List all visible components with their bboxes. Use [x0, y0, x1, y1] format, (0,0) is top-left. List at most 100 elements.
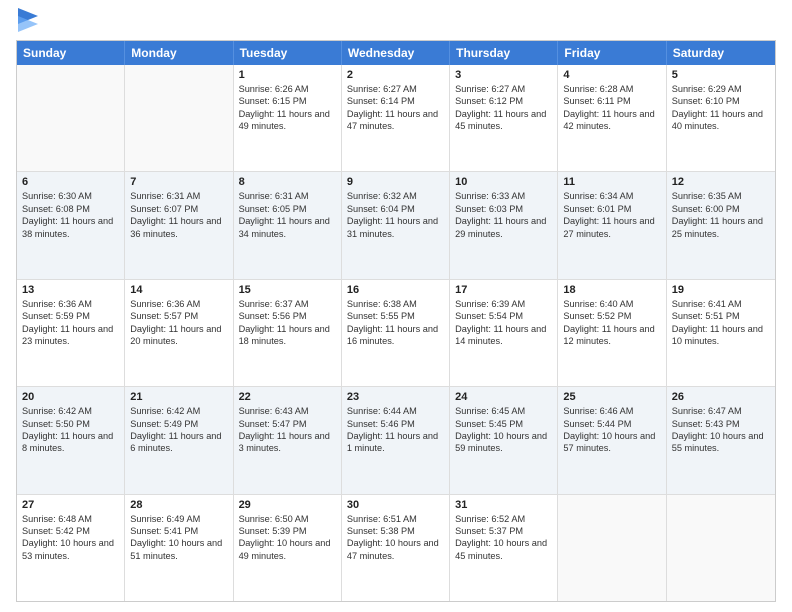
cell-0-3: 2Sunrise: 6:27 AM Sunset: 6:14 PM Daylig… [342, 65, 450, 171]
cell-info: Sunrise: 6:51 AM Sunset: 5:38 PM Dayligh… [347, 513, 444, 563]
logo-icon [18, 8, 38, 32]
day-number: 11 [563, 176, 660, 188]
day-number: 12 [672, 176, 770, 188]
cell-4-3: 30 Sunrise: 6:51 AM Sunset: 5:38 PM Dayli… [342, 495, 450, 601]
cell-info: Sunrise: 6:35 AM Sunset: 6:00 PM Dayligh… [672, 190, 770, 240]
cell-2-4: 17 Sunrise: 6:39 AM Sunset: 5:54 PM Dayli… [450, 280, 558, 386]
cell-info: Sunrise: 6:42 AM Sunset: 5:49 PM Dayligh… [130, 405, 227, 455]
day-number: 29 [239, 499, 336, 511]
cell-info: Sunrise: 6:33 AM Sunset: 6:03 PM Dayligh… [455, 190, 552, 240]
day-number: 18 [563, 284, 660, 296]
day-number: 20 [22, 391, 119, 403]
cell-3-0: 20Sunrise: 6:42 AM Sunset: 5:50 PM Dayli… [17, 387, 125, 493]
day-number: 1 [239, 69, 336, 81]
cell-info: Sunrise: 6:41 AM Sunset: 5:51 PM Dayligh… [672, 298, 770, 348]
cell-0-4: 3 Sunrise: 6:27 AM Sunset: 6:12 PM Daylig… [450, 65, 558, 171]
cell-info: Sunrise: 6:38 AM Sunset: 5:55 PM Dayligh… [347, 298, 444, 348]
day-number: 28 [130, 499, 227, 511]
day-number: 26 [672, 391, 770, 403]
cell-info: Sunrise: 6:29 AM Sunset: 6:10 PM Dayligh… [672, 83, 770, 133]
day-number: 7 [130, 176, 227, 188]
day-number: 24 [455, 391, 552, 403]
cell-4-1: 28 Sunrise: 6:49 AM Sunset: 5:41 PM Dayli… [125, 495, 233, 601]
cell-2-2: 15 Sunrise: 6:37 AM Sunset: 5:56 PM Dayli… [234, 280, 342, 386]
day-number: 8 [239, 176, 336, 188]
cell-3-3: 23 Sunrise: 6:44 AM Sunset: 5:46 PM Dayli… [342, 387, 450, 493]
cell-info: Sunrise: 6:46 AM Sunset: 5:44 PM Dayligh… [563, 405, 660, 455]
cell-info: Sunrise: 6:37 AM Sunset: 5:56 PM Dayligh… [239, 298, 336, 348]
header [16, 10, 776, 32]
cell-info: Sunrise: 6:43 AM Sunset: 5:47 PM Dayligh… [239, 405, 336, 455]
cell-info: Sunrise: 6:32 AM Sunset: 6:04 PM Dayligh… [347, 190, 444, 240]
cell-info: Sunrise: 6:36 AM Sunset: 5:57 PM Dayligh… [130, 298, 227, 348]
cell-2-1: 14 Sunrise: 6:36 AM Sunset: 5:57 PM Dayli… [125, 280, 233, 386]
cell-2-5: 18 Sunrise: 6:40 AM Sunset: 5:52 PM Dayli… [558, 280, 666, 386]
cell-2-3: 16 Sunrise: 6:38 AM Sunset: 5:55 PM Dayli… [342, 280, 450, 386]
header-tuesday: Tuesday [234, 41, 342, 65]
day-number: 14 [130, 284, 227, 296]
cell-3-5: 25 Sunrise: 6:46 AM Sunset: 5:44 PM Dayli… [558, 387, 666, 493]
cell-info: Sunrise: 6:52 AM Sunset: 5:37 PM Dayligh… [455, 513, 552, 563]
cell-info: Sunrise: 6:26 AM Sunset: 6:15 PM Dayligh… [239, 83, 336, 133]
cell-1-3: 9 Sunrise: 6:32 AM Sunset: 6:04 PM Daylig… [342, 172, 450, 278]
day-number: 2 [347, 69, 444, 81]
header-monday: Monday [125, 41, 233, 65]
cell-0-6: 5 Sunrise: 6:29 AM Sunset: 6:10 PM Daylig… [667, 65, 775, 171]
header-thursday: Thursday [450, 41, 558, 65]
cell-info: Sunrise: 6:30 AM Sunset: 6:08 PM Dayligh… [22, 190, 119, 240]
cell-3-6: 26Sunrise: 6:47 AM Sunset: 5:43 PM Dayli… [667, 387, 775, 493]
cell-3-1: 21Sunrise: 6:42 AM Sunset: 5:49 PM Dayli… [125, 387, 233, 493]
day-number: 30 [347, 499, 444, 511]
cell-4-5 [558, 495, 666, 601]
cell-0-0 [17, 65, 125, 171]
cell-info: Sunrise: 6:45 AM Sunset: 5:45 PM Dayligh… [455, 405, 552, 455]
day-number: 3 [455, 69, 552, 81]
day-number: 17 [455, 284, 552, 296]
day-number: 27 [22, 499, 119, 511]
cell-info: Sunrise: 6:49 AM Sunset: 5:41 PM Dayligh… [130, 513, 227, 563]
cell-info: Sunrise: 6:27 AM Sunset: 6:12 PM Dayligh… [455, 83, 552, 133]
cell-1-5: 11 Sunrise: 6:34 AM Sunset: 6:01 PM Dayli… [558, 172, 666, 278]
cell-3-4: 24 Sunrise: 6:45 AM Sunset: 5:45 PM Dayli… [450, 387, 558, 493]
cell-2-0: 13 Sunrise: 6:36 AM Sunset: 5:59 PM Dayli… [17, 280, 125, 386]
cell-info: Sunrise: 6:44 AM Sunset: 5:46 PM Dayligh… [347, 405, 444, 455]
week-row-1: 1 Sunrise: 6:26 AM Sunset: 6:15 PM Daylig… [17, 65, 775, 171]
cell-info: Sunrise: 6:39 AM Sunset: 5:54 PM Dayligh… [455, 298, 552, 348]
cell-info: Sunrise: 6:28 AM Sunset: 6:11 PM Dayligh… [563, 83, 660, 133]
calendar-header: Sunday Monday Tuesday Wednesday Thursday… [17, 41, 775, 65]
day-number: 22 [239, 391, 336, 403]
cell-info: Sunrise: 6:31 AM Sunset: 6:05 PM Dayligh… [239, 190, 336, 240]
cell-info: Sunrise: 6:34 AM Sunset: 6:01 PM Dayligh… [563, 190, 660, 240]
cell-0-5: 4 Sunrise: 6:28 AM Sunset: 6:11 PM Daylig… [558, 65, 666, 171]
cell-info: Sunrise: 6:31 AM Sunset: 6:07 PM Dayligh… [130, 190, 227, 240]
cell-4-6 [667, 495, 775, 601]
week-row-3: 13 Sunrise: 6:36 AM Sunset: 5:59 PM Dayli… [17, 279, 775, 386]
day-number: 9 [347, 176, 444, 188]
day-number: 4 [563, 69, 660, 81]
day-number: 15 [239, 284, 336, 296]
cell-0-1 [125, 65, 233, 171]
logo [16, 10, 38, 32]
cell-3-2: 22 Sunrise: 6:43 AM Sunset: 5:47 PM Dayli… [234, 387, 342, 493]
day-number: 10 [455, 176, 552, 188]
cell-4-0: 27 Sunrise: 6:48 AM Sunset: 5:42 PM Dayli… [17, 495, 125, 601]
cell-info: Sunrise: 6:36 AM Sunset: 5:59 PM Dayligh… [22, 298, 119, 348]
day-number: 6 [22, 176, 119, 188]
cell-info: Sunrise: 6:50 AM Sunset: 5:39 PM Dayligh… [239, 513, 336, 563]
day-number: 23 [347, 391, 444, 403]
cell-1-2: 8 Sunrise: 6:31 AM Sunset: 6:05 PM Daylig… [234, 172, 342, 278]
cell-1-1: 7 Sunrise: 6:31 AM Sunset: 6:07 PM Daylig… [125, 172, 233, 278]
cell-info: Sunrise: 6:40 AM Sunset: 5:52 PM Dayligh… [563, 298, 660, 348]
day-number: 25 [563, 391, 660, 403]
week-row-2: 6 Sunrise: 6:30 AM Sunset: 6:08 PM Daylig… [17, 171, 775, 278]
cell-1-0: 6 Sunrise: 6:30 AM Sunset: 6:08 PM Daylig… [17, 172, 125, 278]
day-number: 5 [672, 69, 770, 81]
cell-info: Sunrise: 6:48 AM Sunset: 5:42 PM Dayligh… [22, 513, 119, 563]
header-friday: Friday [558, 41, 666, 65]
day-number: 13 [22, 284, 119, 296]
day-number: 16 [347, 284, 444, 296]
calendar-body: 1 Sunrise: 6:26 AM Sunset: 6:15 PM Daylig… [17, 65, 775, 601]
cell-4-4: 31Sunrise: 6:52 AM Sunset: 5:37 PM Dayli… [450, 495, 558, 601]
page: Sunday Monday Tuesday Wednesday Thursday… [0, 0, 792, 612]
cell-1-6: 12 Sunrise: 6:35 AM Sunset: 6:00 PM Dayli… [667, 172, 775, 278]
